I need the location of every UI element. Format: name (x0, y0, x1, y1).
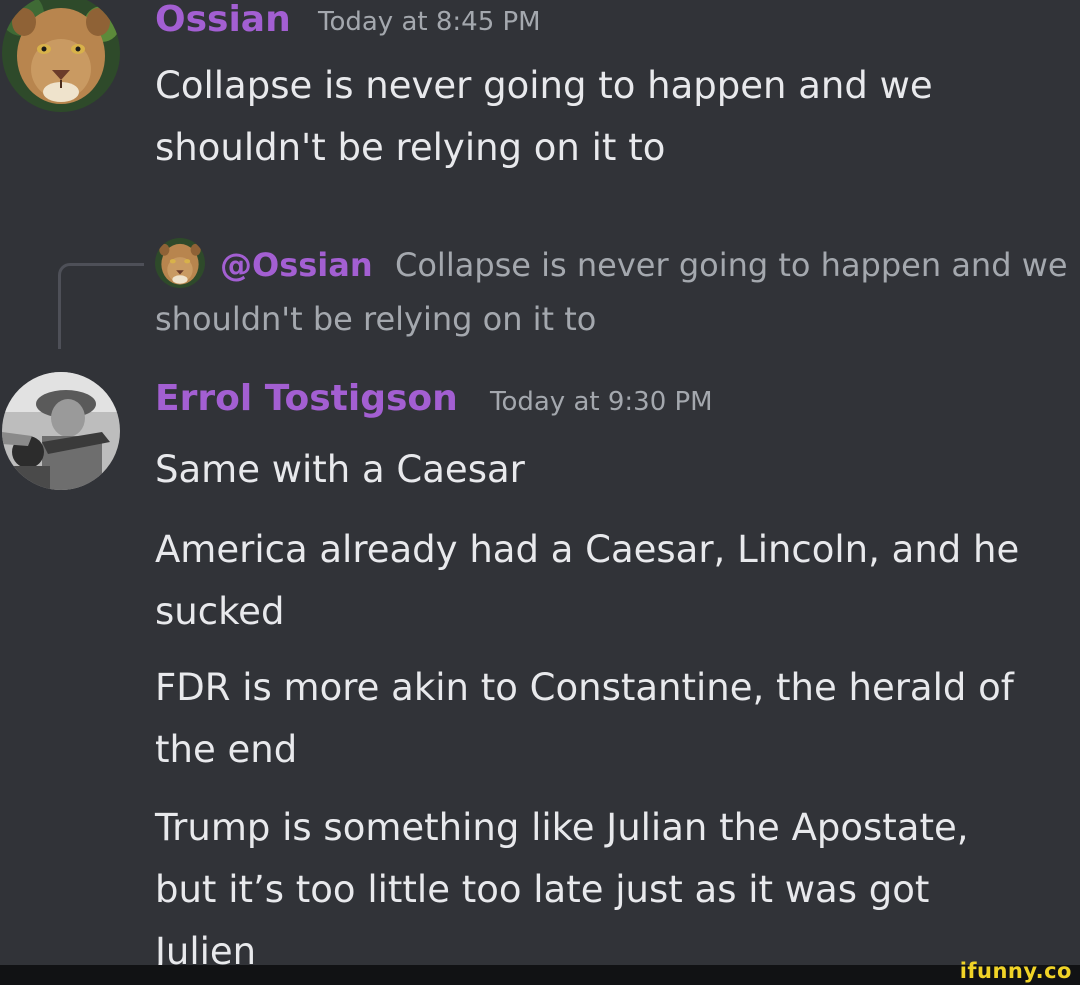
message-line: FDR is more akin to Constantine, the her… (155, 666, 1014, 771)
message-username[interactable]: Ossian (155, 2, 291, 38)
message-timestamp: Today at 8:45 PM (318, 7, 541, 37)
ifunny-watermark: ifunny.co (959, 959, 1072, 983)
cougar-avatar-icon[interactable] (2, 0, 120, 112)
footer-bar (0, 965, 1080, 985)
message-line: America already had a Caesar, Lincoln, a… (155, 528, 1020, 633)
chat-message-list: Ossian Today at 8:45 PM Collapse is neve… (0, 0, 1080, 965)
message-line: Trump is something like Julian the Apost… (155, 806, 969, 965)
message-line: Same with a Caesar (155, 448, 525, 491)
message-username[interactable]: Errol Tostigson (155, 381, 458, 417)
message-timestamp: Today at 9:30 PM (490, 387, 713, 417)
message-text: Collapse is never going to happen and we… (155, 64, 933, 169)
reply-connector-line (58, 263, 144, 349)
reply-text: Collapse is never going to happen and we… (155, 246, 1068, 338)
soldier-photo-avatar-icon[interactable] (2, 372, 120, 490)
